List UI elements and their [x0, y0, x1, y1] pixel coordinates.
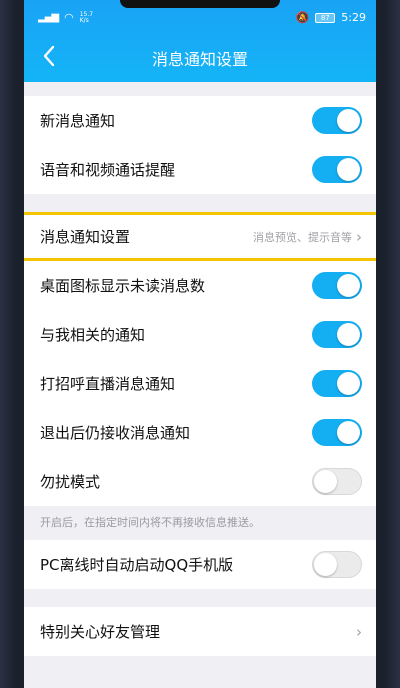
setting-do-not-disturb[interactable]: 勿扰模式	[24, 457, 376, 506]
new-message-toggle[interactable]	[312, 107, 362, 134]
settings-group-3: PC离线时自动启动QQ手机版	[24, 540, 376, 589]
camera-notch	[120, 0, 280, 8]
network-speed: 15.7 K/s	[79, 10, 94, 24]
do-not-disturb-note: 开启后，在指定时间内将不再接收信息推送。	[24, 506, 376, 540]
do-not-disturb-toggle[interactable]	[312, 468, 362, 495]
toggle-knob	[337, 158, 360, 181]
toggle-knob	[314, 470, 337, 493]
title-bar: 消息通知设置	[24, 36, 376, 76]
toggle-knob	[337, 372, 360, 395]
setting-label: 消息通知设置	[40, 228, 131, 246]
signal-icon: ▂▄▆	[38, 12, 59, 23]
wifi-icon: ◠	[64, 11, 74, 24]
toggle-knob	[337, 109, 360, 132]
toggle-knob	[314, 553, 337, 576]
chevron-right-icon: ›	[356, 622, 362, 641]
toggle-knob	[337, 421, 360, 444]
setting-receive-after-logout[interactable]: 退出后仍接收消息通知	[24, 408, 376, 457]
setting-new-message-notification[interactable]: 新消息通知	[24, 96, 376, 145]
desktop-badge-toggle[interactable]	[312, 272, 362, 299]
setting-hint: 消息预览、提示音等	[253, 230, 352, 244]
setting-pc-offline-auto-start[interactable]: PC离线时自动启动QQ手机版	[24, 540, 376, 589]
setting-greeting-live-notification[interactable]: 打招呼直播消息通知	[24, 359, 376, 408]
setting-desktop-badge[interactable]: 桌面图标显示未读消息数	[24, 261, 376, 310]
setting-label: 桌面图标显示未读消息数	[40, 277, 206, 295]
page-title: 消息通知设置	[151, 50, 248, 69]
setting-label: 勿扰模式	[40, 473, 101, 491]
toggle-knob	[337, 274, 360, 297]
setting-label: 与我相关的通知	[40, 326, 146, 344]
setting-special-care-friends[interactable]: 特别关心好友管理 ›	[24, 607, 376, 656]
mute-icon: 🔕	[295, 11, 310, 24]
voice-video-toggle[interactable]	[312, 156, 362, 183]
greeting-live-toggle[interactable]	[312, 370, 362, 397]
setting-voice-video-call-reminder[interactable]: 语音和视频通话提醒	[24, 145, 376, 194]
settings-group-1: 新消息通知 语音和视频通话提醒	[24, 96, 376, 194]
phone-screen: ▂▄▆ ◠ 15.7 K/s 🔕 87 5:29 消息通知设置 新消息通知 语音…	[24, 0, 376, 688]
toggle-knob	[337, 323, 360, 346]
settings-group-2: 消息通知设置 消息预览、提示音等 › 桌面图标显示未读消息数 与我相关的通知 打…	[24, 212, 376, 506]
chevron-right-icon: ›	[356, 227, 362, 246]
setting-label: 特别关心好友管理	[40, 623, 161, 641]
setting-label: PC离线时自动启动QQ手机版	[40, 556, 234, 574]
settings-list: 新消息通知 语音和视频通话提醒 消息通知设置 消息预览、提示音等 › 桌面图标显…	[24, 82, 376, 656]
status-bar: ▂▄▆ ◠ 15.7 K/s 🔕 87 5:29	[24, 8, 376, 28]
settings-group-4: 特别关心好友管理 ›	[24, 607, 376, 656]
app-header: ▂▄▆ ◠ 15.7 K/s 🔕 87 5:29 消息通知设置	[24, 0, 376, 82]
related-notifications-toggle[interactable]	[312, 321, 362, 348]
setting-label: 打招呼直播消息通知	[40, 375, 176, 393]
receive-after-logout-toggle[interactable]	[312, 419, 362, 446]
battery-icon: 87	[315, 12, 336, 23]
setting-label: 退出后仍接收消息通知	[40, 424, 191, 442]
setting-label: 语音和视频通话提醒	[40, 161, 176, 179]
setting-message-notification-settings[interactable]: 消息通知设置 消息预览、提示音等 ›	[24, 212, 376, 261]
setting-label: 新消息通知	[40, 112, 116, 130]
setting-related-notifications[interactable]: 与我相关的通知	[24, 310, 376, 359]
pc-offline-toggle[interactable]	[312, 551, 362, 578]
clock: 5:29	[341, 11, 366, 24]
